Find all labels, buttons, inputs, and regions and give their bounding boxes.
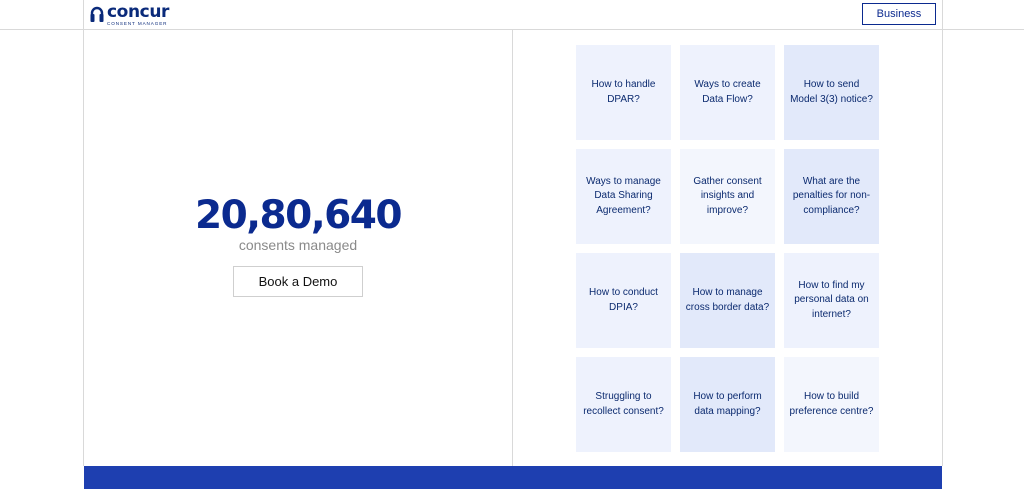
- tile-data-mapping[interactable]: How to perform data mapping?: [680, 357, 775, 452]
- tile-label: How to conduct DPIA?: [589, 287, 658, 313]
- center-divider: [512, 30, 513, 466]
- logo-subtitle: CONSENT MANAGER: [107, 21, 168, 26]
- tile-create-data-flow[interactable]: Ways to create Data Flow?: [680, 45, 775, 140]
- tile-label: Ways to create Data Flow?: [694, 79, 761, 105]
- tile-label: Struggling to recollect consent?: [583, 391, 664, 417]
- tile-label: What are the penalties for non-complianc…: [792, 175, 871, 216]
- frame-right-border: [942, 0, 943, 466]
- tile-handle-dpar[interactable]: How to handle DPAR?: [576, 45, 671, 140]
- tile-label: How to send Model 3(3) notice?: [790, 79, 873, 105]
- counter-label: consents managed: [238, 237, 358, 253]
- tile-send-notice[interactable]: How to send Model 3(3) notice?: [784, 45, 879, 140]
- tile-label: How to build preference centre?: [789, 391, 874, 417]
- consent-counter: 20,80,640: [194, 193, 403, 238]
- book-demo-button[interactable]: Book a Demo: [233, 266, 363, 297]
- tile-label: Gather consent insights and improve?: [693, 175, 762, 216]
- tile-label: How to manage cross border data?: [685, 287, 770, 313]
- tile-penalties[interactable]: What are the penalties for non-complianc…: [784, 149, 879, 244]
- tile-consent-insights[interactable]: Gather consent insights and improve?: [680, 149, 775, 244]
- logo-wordmark: concur: [107, 2, 170, 22]
- tile-cross-border-data[interactable]: How to manage cross border data?: [680, 253, 775, 348]
- tile-label: Ways to manage Data Sharing Agreement?: [586, 175, 661, 216]
- concur-logo[interactable]: concur CONSENT MANAGER: [90, 4, 169, 26]
- tile-label: How to perform data mapping?: [693, 391, 762, 417]
- tile-preference-centre[interactable]: How to build preference centre?: [784, 357, 879, 452]
- tile-label: How to find my personal data on internet…: [794, 279, 869, 320]
- business-button[interactable]: Business: [862, 3, 936, 25]
- tile-find-personal-data[interactable]: How to find my personal data on internet…: [784, 253, 879, 348]
- headphone-lock-icon: [90, 6, 104, 22]
- tile-recollect-consent[interactable]: Struggling to recollect consent?: [576, 357, 671, 452]
- footer-band: [84, 466, 942, 489]
- tile-data-sharing-agreement[interactable]: Ways to manage Data Sharing Agreement?: [576, 149, 671, 244]
- tile-conduct-dpia[interactable]: How to conduct DPIA?: [576, 253, 671, 348]
- tile-label: How to handle DPAR?: [591, 79, 656, 105]
